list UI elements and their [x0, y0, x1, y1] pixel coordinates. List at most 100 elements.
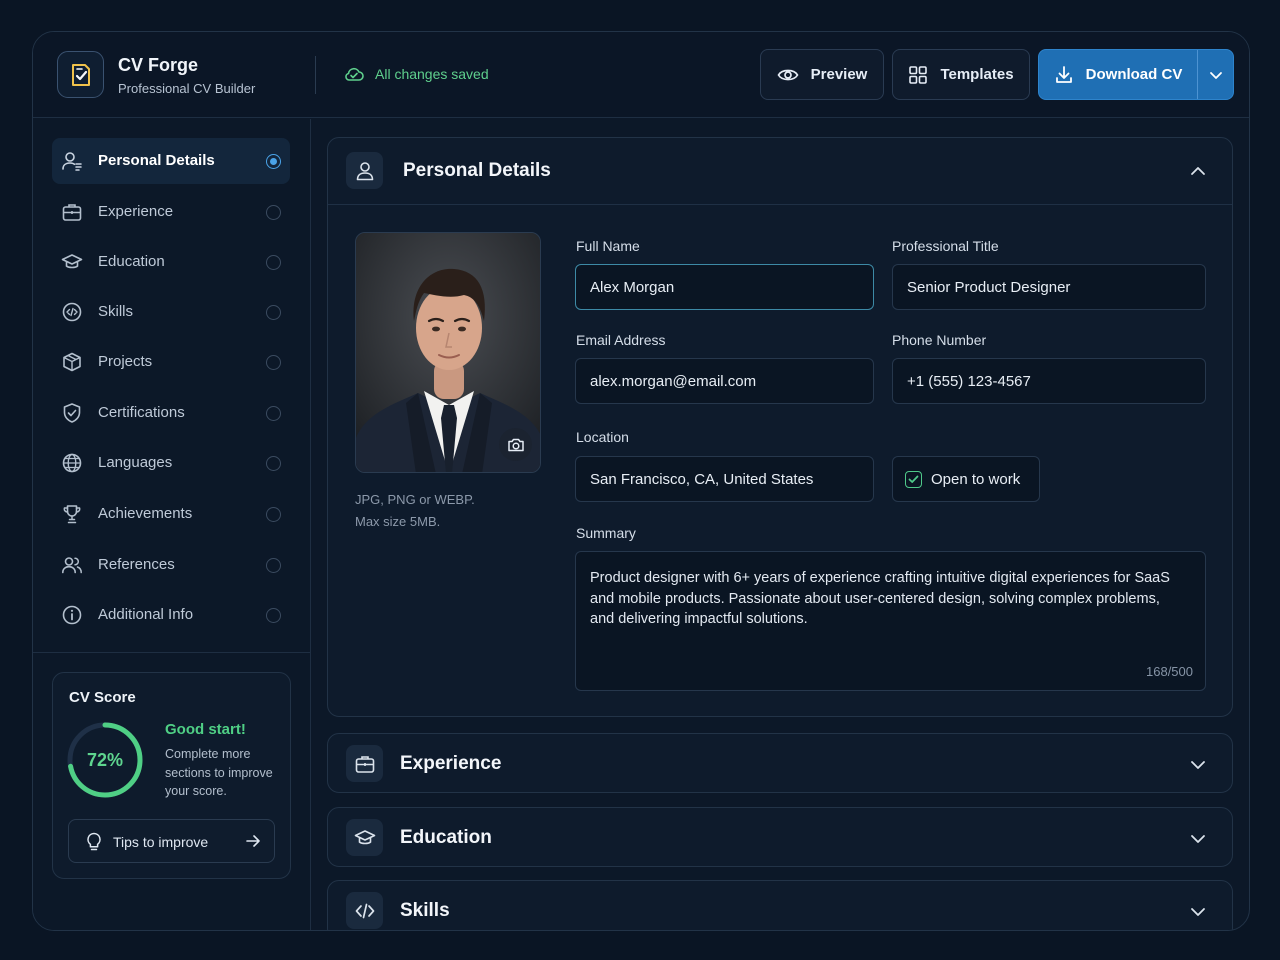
brand-name: CV Forge [118, 55, 199, 75]
location-input[interactable]: San Francisco, CA, United States [575, 456, 874, 502]
sidebar-item-skills[interactable]: Skills [52, 289, 290, 335]
full-name-input[interactable]: Alex Morgan [575, 264, 874, 310]
download-label: Download CV [1085, 66, 1183, 83]
sidebar-item-label: Projects [98, 353, 153, 370]
graduation-cap-icon [354, 829, 375, 844]
sidebar-item-languages[interactable]: Languages [52, 440, 290, 486]
change-photo-button[interactable] [499, 428, 532, 461]
professional-title-input[interactable]: Senior Product Designer [892, 264, 1206, 310]
section-title: Skills [400, 900, 450, 921]
chevron-down-icon [1191, 835, 1205, 843]
sidebar-item-references[interactable]: References [52, 542, 290, 588]
summary-textarea[interactable]: Product designer with 6+ years of experi… [575, 551, 1206, 691]
graduation-cap-icon [61, 254, 83, 269]
section-status-radio [266, 355, 281, 370]
sidebar-item-label: Personal Details [98, 152, 215, 169]
email-input[interactable]: alex.morgan@email.com [575, 358, 874, 404]
score-headline: Good start! [165, 721, 246, 738]
sidebar-item-label: Skills [98, 303, 134, 320]
full-name-label: Full Name [576, 238, 640, 254]
top-header: CV Forge Professional CV Builder All cha… [33, 32, 1249, 118]
app-window: CV Forge Professional CV Builder All cha… [32, 31, 1250, 931]
check-icon [908, 475, 919, 483]
users-icon [62, 557, 82, 574]
section-icon-box [346, 892, 383, 929]
download-icon [1055, 65, 1072, 83]
summary-char-counter: 168/500 [1146, 664, 1193, 679]
logo [57, 51, 104, 98]
cv-score-card: CV Score 72% Good start! Complete more s… [52, 672, 291, 879]
user-icon [356, 161, 373, 180]
brand-subtitle: Professional CV Builder [118, 81, 256, 96]
section-status-radio [266, 305, 281, 320]
section-title: Education [400, 827, 492, 848]
cv-score-title: CV Score [69, 689, 136, 706]
globe-icon [62, 453, 82, 473]
trophy-icon [63, 505, 81, 524]
panel-title: Personal Details [403, 160, 551, 181]
sidebar-item-education[interactable]: Education [52, 239, 290, 285]
tips-to-improve-button[interactable]: Tips to improve [68, 819, 275, 863]
section-experience[interactable]: Experience [327, 733, 1233, 793]
section-title: Experience [400, 753, 502, 774]
sidebar-item-experience[interactable]: Experience [52, 189, 290, 235]
sidebar-item-projects[interactable]: Projects [52, 339, 290, 385]
personal-details-panel: Personal Details JPG, PNG or WEBP. Max s… [327, 137, 1233, 717]
arrow-right-icon [246, 835, 260, 847]
section-status-radio [266, 507, 281, 522]
section-education[interactable]: Education [327, 807, 1233, 867]
sidebar-item-certifications[interactable]: Certifications [52, 390, 290, 436]
preview-button[interactable]: Preview [760, 49, 884, 100]
code-icon [355, 903, 374, 918]
cloud-check-icon [345, 67, 364, 81]
section-status-radio [266, 406, 281, 421]
section-status-radio [266, 558, 281, 573]
photo-upload-note: JPG, PNG or WEBP. Max size 5MB. [355, 489, 475, 533]
sidebar-item-personal-details[interactable]: Personal Details [52, 138, 290, 184]
box-icon [63, 352, 81, 372]
sidebar-item-label: Experience [98, 203, 174, 220]
section-skills[interactable]: Skills [327, 880, 1233, 930]
info-icon [62, 605, 82, 625]
header-divider [315, 56, 316, 94]
score-message: Complete more sections to improve your s… [165, 747, 273, 798]
section-status-radio [266, 205, 281, 220]
tips-label: Tips to improve [113, 834, 209, 850]
score-percent: 72% [86, 750, 124, 770]
download-options-button[interactable] [1198, 50, 1234, 99]
preview-label: Preview [810, 66, 868, 83]
chevron-down-icon [1191, 761, 1205, 769]
camera-icon [507, 438, 524, 451]
user-icon [62, 152, 82, 171]
chevron-down-icon [1210, 71, 1222, 79]
section-status-radio [266, 456, 281, 471]
sidebar-item-label: Achievements [98, 505, 193, 522]
section-icon-box [346, 745, 383, 782]
download-cv-button[interactable]: Download CV [1039, 50, 1197, 99]
sidebar-divider [33, 652, 311, 653]
open-to-work-checkbox[interactable]: Open to work [892, 456, 1040, 502]
save-status-text: All changes saved [375, 66, 489, 82]
phone-input[interactable]: +1 (555) 123-4567 [892, 358, 1206, 404]
phone-label: Phone Number [892, 332, 987, 348]
sidebar-item-label: Education [98, 253, 165, 270]
summary-label: Summary [576, 525, 636, 541]
personal-details-header[interactable]: Personal Details [328, 138, 1232, 205]
templates-button[interactable]: Templates [892, 49, 1030, 100]
profile-photo[interactable] [355, 232, 541, 473]
sidebar-item-achievements[interactable]: Achievements [52, 491, 290, 537]
chevron-down-icon [1191, 908, 1205, 916]
download-cv-button-group: Download CV [1038, 49, 1234, 100]
cv-document-icon [71, 63, 90, 86]
chevron-up-icon[interactable] [1190, 165, 1206, 177]
save-status: All changes saved [343, 66, 489, 82]
sidebar-item-additional-info[interactable]: Additional Info [52, 592, 290, 638]
professional-title-label: Professional Title [892, 238, 999, 254]
section-status-radio [266, 154, 281, 169]
photo-size-note: Max size 5MB. [355, 514, 441, 529]
section-status-radio [266, 255, 281, 270]
section-icon-box [346, 152, 383, 189]
lightbulb-icon [87, 832, 101, 851]
open-to-work-label: Open to work [931, 471, 1021, 488]
shield-check-icon [63, 403, 81, 423]
